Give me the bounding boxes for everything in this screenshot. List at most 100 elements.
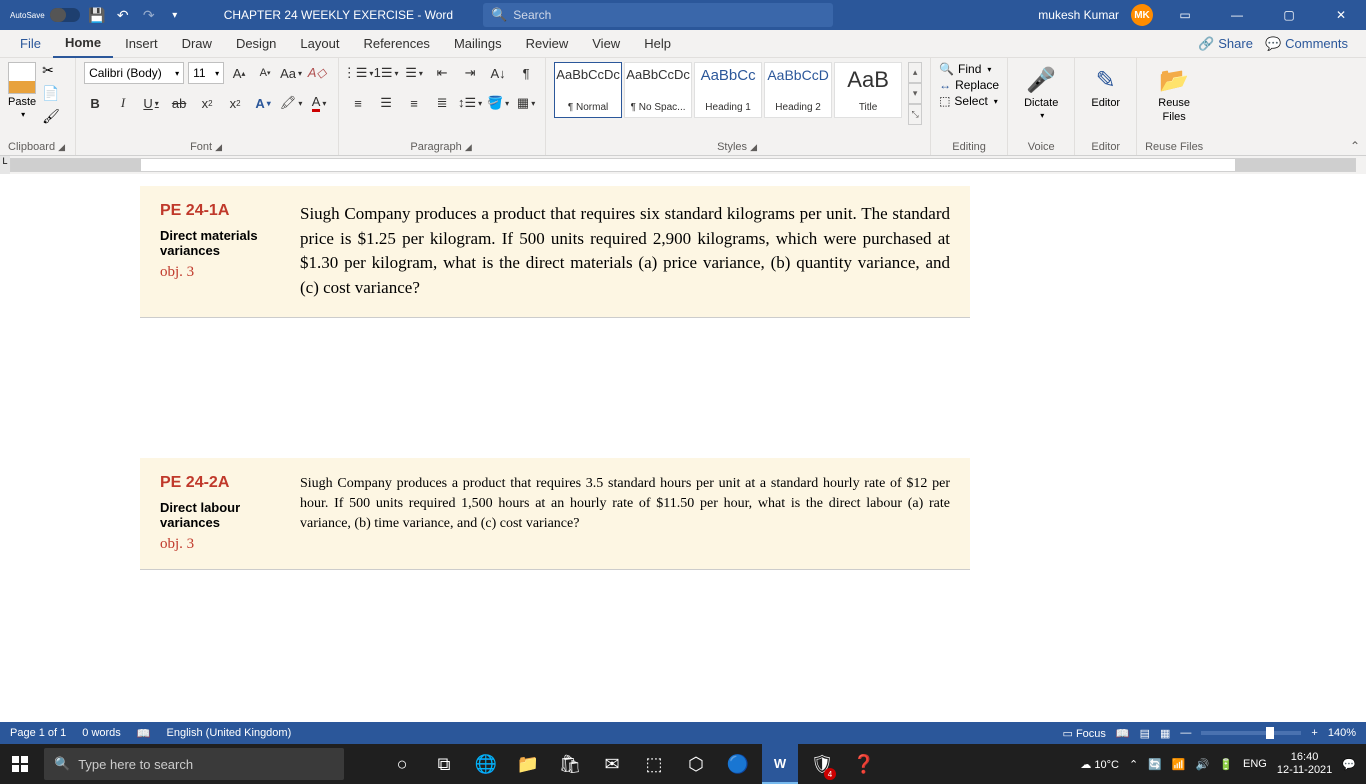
shading-icon[interactable]: 🪣▾ — [487, 92, 509, 114]
web-layout-icon[interactable]: ▦ — [1160, 727, 1170, 740]
text-effects-icon[interactable]: A▾ — [252, 92, 274, 114]
show-marks-icon[interactable]: ¶ — [515, 62, 537, 84]
tray-volume-icon[interactable]: 🔊 — [1196, 758, 1210, 771]
qat-customize-icon[interactable]: ▾ — [166, 6, 184, 24]
sort-icon[interactable]: A↓ — [487, 62, 509, 84]
font-launcher-icon[interactable]: ◢ — [215, 142, 224, 152]
tab-insert[interactable]: Insert — [113, 30, 170, 58]
tray-clock[interactable]: 16:40 12-11-2021 — [1277, 751, 1332, 777]
tab-layout[interactable]: Layout — [288, 30, 351, 58]
maximize-icon[interactable]: ▢ — [1269, 0, 1309, 30]
zoom-in-button[interactable]: + — [1311, 727, 1317, 739]
strikethrough-button[interactable]: ab — [168, 92, 190, 114]
style-normal[interactable]: AaBbCcDc ¶ Normal — [554, 62, 622, 118]
tab-design[interactable]: Design — [224, 30, 288, 58]
copy-icon[interactable]: 📄 — [42, 85, 60, 102]
security-icon[interactable]: 🛡4 — [804, 744, 840, 784]
bullets-icon[interactable]: ⋮☰▾ — [347, 62, 369, 84]
zoom-out-button[interactable]: — — [1180, 727, 1191, 739]
tray-wifi-icon[interactable]: 📶 — [1172, 758, 1186, 771]
italic-button[interactable]: I — [112, 92, 134, 114]
help-icon[interactable]: ❓ — [846, 744, 882, 784]
font-name-combo[interactable]: Calibri (Body)▾ — [84, 62, 184, 84]
weather-tray[interactable]: ☁ 10°C — [1080, 758, 1119, 771]
tab-references[interactable]: References — [351, 30, 441, 58]
zoom-slider[interactable] — [1201, 731, 1301, 735]
search-box[interactable]: 🔍 Search — [483, 3, 833, 27]
autosave-toggle[interactable]: AutoSave Off — [10, 8, 80, 22]
cortana-icon[interactable]: ○ — [384, 744, 420, 784]
font-size-combo[interactable]: 11▾ — [188, 62, 224, 84]
find-button[interactable]: 🔍Find▾ — [939, 62, 999, 76]
select-button[interactable]: ⬚Select▾ — [939, 94, 999, 108]
font-color-icon[interactable]: A▾ — [308, 92, 330, 114]
start-button[interactable] — [0, 744, 40, 784]
tab-mailings[interactable]: Mailings — [442, 30, 514, 58]
tab-file[interactable]: File — [8, 30, 53, 58]
app-icon[interactable]: ⬡ — [678, 744, 714, 784]
change-case-icon[interactable]: Aa▾ — [280, 62, 302, 84]
tab-help[interactable]: Help — [632, 30, 683, 58]
minimize-icon[interactable]: — — [1217, 0, 1257, 30]
mail-icon[interactable]: ✉ — [594, 744, 630, 784]
styles-scroll-up-icon[interactable]: ▴ — [908, 62, 922, 83]
read-mode-icon[interactable]: 📖 — [1116, 727, 1130, 740]
tray-battery-icon[interactable]: 🔋 — [1219, 758, 1233, 771]
user-name[interactable]: mukesh Kumar — [1038, 8, 1119, 22]
borders-icon[interactable]: ▦▾ — [515, 92, 537, 114]
tab-home[interactable]: Home — [53, 30, 113, 58]
style-heading1[interactable]: AaBbCc Heading 1 — [694, 62, 762, 118]
style-title[interactable]: AaB Title — [834, 62, 902, 118]
status-language[interactable]: English (United Kingdom) — [167, 727, 292, 740]
paste-button[interactable]: Paste ▾ — [8, 62, 36, 119]
save-icon[interactable]: 💾 — [88, 6, 106, 24]
ribbon-options-icon[interactable]: ▭ — [1165, 0, 1205, 30]
highlight-icon[interactable]: 🖍▾ — [280, 92, 302, 114]
styles-expand-icon[interactable]: ⤡ — [908, 104, 922, 125]
user-avatar[interactable]: MK — [1131, 4, 1153, 26]
clear-format-icon[interactable]: A◇ — [306, 62, 328, 84]
tab-view[interactable]: View — [580, 30, 632, 58]
tab-review[interactable]: Review — [514, 30, 581, 58]
word-icon[interactable]: W — [762, 744, 798, 784]
decrease-indent-icon[interactable]: ⇤ — [431, 62, 453, 84]
taskbar-search[interactable]: 🔍 Type here to search — [44, 748, 344, 780]
styles-launcher-icon[interactable]: ◢ — [750, 142, 759, 152]
styles-gallery[interactable]: AaBbCcDc ¶ Normal AaBbCcDc ¶ No Spac... … — [554, 62, 902, 118]
tray-language[interactable]: ENG — [1243, 758, 1267, 770]
comments-button[interactable]: 💬 Comments — [1265, 36, 1348, 52]
status-spell-icon[interactable]: 📖 — [137, 727, 151, 740]
notifications-icon[interactable]: 💬 — [1342, 758, 1356, 771]
increase-indent-icon[interactable]: ⇥ — [459, 62, 481, 84]
styles-scroll-down-icon[interactable]: ▾ — [908, 83, 922, 104]
close-icon[interactable]: ✕ — [1321, 0, 1361, 30]
explorer-icon[interactable]: 📁 — [510, 744, 546, 784]
task-view-icon[interactable]: ⧉ — [426, 744, 462, 784]
redo-icon[interactable]: ↷ — [140, 6, 158, 24]
undo-icon[interactable]: ↶ — [114, 6, 132, 24]
share-button[interactable]: 🔗 Share — [1198, 36, 1253, 52]
subscript-button[interactable]: x2 — [196, 92, 218, 114]
multilevel-icon[interactable]: ☰▾ — [403, 62, 425, 84]
zoom-level[interactable]: 140% — [1328, 727, 1356, 739]
cut-icon[interactable]: ✂ — [42, 62, 60, 79]
tray-chevron-icon[interactable]: ⌃ — [1129, 758, 1138, 771]
style-heading2[interactable]: AaBbCcD Heading 2 — [764, 62, 832, 118]
tab-draw[interactable]: Draw — [170, 30, 224, 58]
editor-button[interactable]: ✎ Editor — [1083, 62, 1128, 113]
focus-mode-button[interactable]: ▭ Focus — [1062, 727, 1105, 740]
ruler-horizontal[interactable]: L — [0, 156, 1366, 174]
align-right-icon[interactable]: ≡ — [403, 92, 425, 114]
clipboard-launcher-icon[interactable]: ◢ — [58, 142, 67, 152]
align-center-icon[interactable]: ☰ — [375, 92, 397, 114]
bold-button[interactable]: B — [84, 92, 106, 114]
dictate-button[interactable]: 🎤 Dictate ▾ — [1016, 62, 1066, 124]
grow-font-icon[interactable]: A▴ — [228, 62, 250, 84]
paragraph-launcher-icon[interactable]: ◢ — [465, 142, 474, 152]
chrome-icon[interactable]: 🔵 — [720, 744, 756, 784]
superscript-button[interactable]: x2 — [224, 92, 246, 114]
status-words[interactable]: 0 words — [82, 727, 121, 740]
shrink-font-icon[interactable]: A▾ — [254, 62, 276, 84]
dropbox-icon[interactable]: ⬚ — [636, 744, 672, 784]
store-icon[interactable]: 🛍 — [552, 744, 588, 784]
